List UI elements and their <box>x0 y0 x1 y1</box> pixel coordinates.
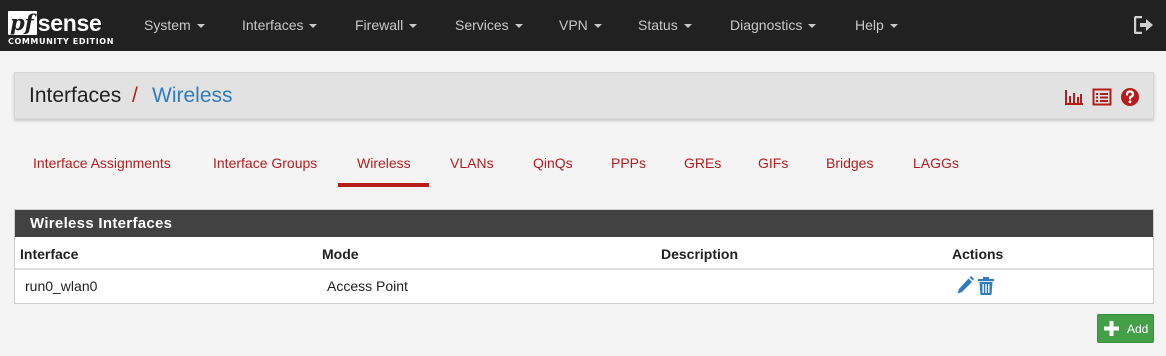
nav-menu-help[interactable]: Help <box>855 0 898 51</box>
help-question-icon[interactable] <box>1120 87 1140 107</box>
nav-menu-label: Help <box>855 17 884 33</box>
panel-title: Wireless Interfaces <box>15 210 1153 237</box>
tab-wireless[interactable]: Wireless <box>357 154 411 172</box>
caret-down-icon <box>593 24 602 29</box>
add-button-label: Add <box>1127 322 1149 336</box>
nav-menu-vpn[interactable]: VPN <box>559 0 602 51</box>
nav-menu-services[interactable]: Services <box>455 0 523 51</box>
nav-menu-label: System <box>144 17 191 33</box>
page-header: Interfaces / Wireless <box>14 72 1154 119</box>
tab-bridges[interactable]: Bridges <box>826 154 873 172</box>
caret-down-icon <box>889 24 898 29</box>
tab-laggs[interactable]: LAGGs <box>913 154 959 172</box>
column-header-description: Description <box>661 246 739 262</box>
bar-chart-icon[interactable] <box>1064 87 1084 107</box>
cell-interface: run0_wlan0 <box>25 278 98 294</box>
tab-interface-groups[interactable]: Interface Groups <box>213 154 317 172</box>
nav-menu-label: VPN <box>559 17 588 33</box>
caret-down-icon <box>309 24 318 29</box>
nav-menu-label: Interfaces <box>242 17 304 33</box>
column-header-actions: Actions <box>952 246 1004 262</box>
sign-out-icon[interactable] <box>1134 16 1154 34</box>
top-navbar: pf sense COMMUNITY EDITION System Interf… <box>0 0 1166 51</box>
caret-down-icon <box>196 24 205 29</box>
nav-menu-label: Services <box>455 17 509 33</box>
trash-delete-icon[interactable] <box>977 276 995 296</box>
nav-menu-system[interactable]: System <box>144 0 205 51</box>
nav-menu-status[interactable]: Status <box>638 0 692 51</box>
column-header-mode: Mode <box>322 246 359 262</box>
logo-edition-text: COMMUNITY EDITION <box>8 37 115 46</box>
column-header-interface: Interface <box>20 246 79 262</box>
tab-gifs[interactable]: GIFs <box>758 154 788 172</box>
tab-gres[interactable]: GREs <box>684 154 721 172</box>
nav-menu-diagnostics[interactable]: Diagnostics <box>730 0 817 51</box>
tab-ppps[interactable]: PPPs <box>611 154 646 172</box>
wireless-interfaces-panel: Wireless Interfaces Interface Mode Descr… <box>14 209 1154 304</box>
list-icon[interactable] <box>1092 87 1112 107</box>
add-button[interactable]: Add <box>1097 314 1154 343</box>
cell-mode: Access Point <box>327 278 408 294</box>
breadcrumb-current[interactable]: Wireless <box>152 83 233 109</box>
table-header-divider <box>15 268 1153 270</box>
nav-menu-firewall[interactable]: Firewall <box>355 0 418 51</box>
logo-pf-text: pf <box>8 11 37 35</box>
plus-icon <box>1104 321 1119 336</box>
tab-qinqs[interactable]: QinQs <box>533 154 573 172</box>
caret-down-icon <box>808 24 817 29</box>
caret-down-icon <box>409 24 418 29</box>
caret-down-icon <box>683 24 692 29</box>
logo-sense-text: sense <box>37 10 102 36</box>
nav-menu-interfaces[interactable]: Interfaces <box>242 0 318 51</box>
pencil-edit-icon[interactable] <box>956 276 974 296</box>
pfsense-logo[interactable]: pf sense COMMUNITY EDITION <box>8 5 118 49</box>
tab-interface-assignments[interactable]: Interface Assignments <box>33 154 171 172</box>
nav-menu-label: Diagnostics <box>730 17 803 33</box>
breadcrumb-parent[interactable]: Interfaces <box>29 83 121 109</box>
nav-menu-label: Firewall <box>355 17 404 33</box>
tab-vlans[interactable]: VLANs <box>450 154 494 172</box>
breadcrumb-separator: / <box>132 84 138 107</box>
active-tab-indicator <box>338 183 429 187</box>
caret-down-icon <box>514 24 523 29</box>
nav-menu-label: Status <box>638 17 678 33</box>
